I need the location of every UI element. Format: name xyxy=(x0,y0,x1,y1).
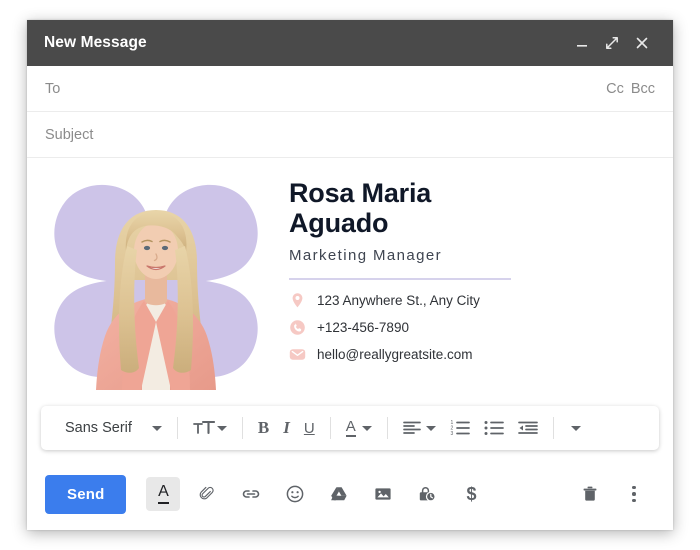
formatting-options-button[interactable]: A xyxy=(146,477,181,511)
email-signature-block: Rosa Maria Aguado Marketing Manager 123 … xyxy=(45,172,655,390)
font-size-icon xyxy=(193,420,215,435)
subject-field-row[interactable]: Subject xyxy=(27,112,673,158)
text-format-a-icon: A xyxy=(158,483,169,504)
contact-email-row: hello@reallygreatsite.com xyxy=(289,346,655,363)
font-family-value: Sans Serif xyxy=(65,420,132,436)
lock-clock-icon xyxy=(420,487,437,502)
chevron-down-icon xyxy=(425,425,436,431)
signature-contact-list: 123 Anywhere St., Any City +123-456-7890 xyxy=(289,292,655,363)
insert-emoji-button[interactable] xyxy=(278,477,312,511)
cc-bcc-group: Cc Bcc xyxy=(606,81,655,97)
chevron-down-icon xyxy=(151,425,162,431)
trash-icon xyxy=(583,486,597,501)
compose-window: New Message To Cc Bcc Subject Rosa Maria… xyxy=(27,20,673,530)
chevron-down-icon xyxy=(361,425,372,431)
toolbar-divider xyxy=(176,417,178,439)
text-color-icon: A xyxy=(345,418,356,438)
google-drive-icon xyxy=(331,487,348,501)
font-size-button[interactable] xyxy=(187,412,233,444)
location-pin-icon xyxy=(289,292,306,309)
toolbar-divider xyxy=(329,417,331,439)
to-field-row[interactable]: To Cc Bcc xyxy=(27,66,673,112)
expand-button[interactable] xyxy=(597,28,627,58)
minimize-button[interactable] xyxy=(567,28,597,58)
italic-button[interactable]: I xyxy=(277,412,296,444)
paperclip-icon xyxy=(200,486,215,500)
toolbar-divider xyxy=(241,417,243,439)
phone-icon xyxy=(289,319,306,336)
insert-link-button[interactable] xyxy=(234,477,268,511)
subject-input[interactable]: Subject xyxy=(45,127,655,143)
signature-info: Rosa Maria Aguado Marketing Manager 123 … xyxy=(289,172,655,363)
format-toolbar-container: Sans Serif B I U A 1 2 3 xyxy=(27,400,673,458)
bulleted-list-icon xyxy=(484,421,504,435)
insert-money-button[interactable]: $ xyxy=(454,477,488,511)
signature-divider xyxy=(289,278,511,281)
more-format-button[interactable] xyxy=(563,412,587,444)
dollar-sign-icon: $ xyxy=(466,483,477,504)
close-icon xyxy=(636,37,648,49)
to-input[interactable]: To xyxy=(45,81,606,97)
emoji-smiley-icon xyxy=(287,485,304,503)
signature-role: Marketing Manager xyxy=(289,247,443,265)
page-background: New Message To Cc Bcc Subject Rosa Maria… xyxy=(0,0,700,550)
discard-draft-button[interactable] xyxy=(573,477,607,511)
attach-file-button[interactable] xyxy=(190,477,224,511)
font-family-dropdown[interactable]: Sans Serif xyxy=(51,412,168,444)
contact-address-text: 123 Anywhere St., Any City xyxy=(317,293,480,309)
bold-button[interactable]: B xyxy=(252,412,275,444)
cc-button[interactable]: Cc xyxy=(606,81,624,97)
indent-decrease-icon xyxy=(517,421,538,434)
svg-text:3: 3 xyxy=(450,431,453,436)
link-icon xyxy=(243,490,260,498)
more-options-button[interactable] xyxy=(617,477,651,511)
signature-photo xyxy=(45,172,267,390)
contact-address-row: 123 Anywhere St., Any City xyxy=(289,292,655,309)
underline-button[interactable]: U xyxy=(298,412,321,444)
chevron-down-icon xyxy=(216,425,227,431)
image-icon xyxy=(375,488,392,500)
insert-photo-button[interactable] xyxy=(366,477,400,511)
align-button[interactable] xyxy=(397,412,442,444)
indent-button[interactable] xyxy=(512,412,544,444)
bcc-button[interactable]: Bcc xyxy=(631,81,655,97)
minimize-icon xyxy=(577,45,587,47)
send-button[interactable]: Send xyxy=(45,474,127,514)
bold-icon: B xyxy=(257,418,270,437)
message-body[interactable]: Rosa Maria Aguado Marketing Manager 123 … xyxy=(27,158,673,400)
window-title: New Message xyxy=(44,34,147,51)
contact-phone-row: +123-456-7890 xyxy=(289,319,655,336)
signature-name: Rosa Maria Aguado xyxy=(289,178,655,238)
contact-email-text: hello@reallygreatsite.com xyxy=(317,347,473,363)
contact-phone-text: +123-456-7890 xyxy=(317,320,409,336)
insert-drive-button[interactable] xyxy=(322,477,356,511)
envelope-icon xyxy=(289,346,306,363)
bulleted-list-button[interactable] xyxy=(478,412,510,444)
numbered-list-button[interactable]: 123 xyxy=(444,412,476,444)
expand-diagonal-icon xyxy=(606,37,618,49)
italic-icon: I xyxy=(283,418,290,437)
confidential-mode-button[interactable] xyxy=(410,477,444,511)
chevron-down-icon xyxy=(570,425,581,431)
toolbar-divider xyxy=(552,417,554,439)
underline-icon: U xyxy=(303,419,315,437)
portrait-photo-icon xyxy=(96,210,216,390)
align-left-icon xyxy=(402,421,421,434)
numbered-list-icon: 123 xyxy=(450,420,470,436)
text-color-button[interactable]: A xyxy=(340,412,378,444)
window-titlebar: New Message xyxy=(27,20,673,66)
action-bar: Send A $ xyxy=(27,458,673,530)
close-button[interactable] xyxy=(627,28,657,58)
format-toolbar: Sans Serif B I U A 1 2 3 xyxy=(41,406,659,450)
signature-name-line2: Aguado xyxy=(289,208,389,239)
more-vertical-icon xyxy=(632,485,636,503)
toolbar-divider xyxy=(386,417,388,439)
signature-name-line1: Rosa Maria xyxy=(289,178,432,208)
